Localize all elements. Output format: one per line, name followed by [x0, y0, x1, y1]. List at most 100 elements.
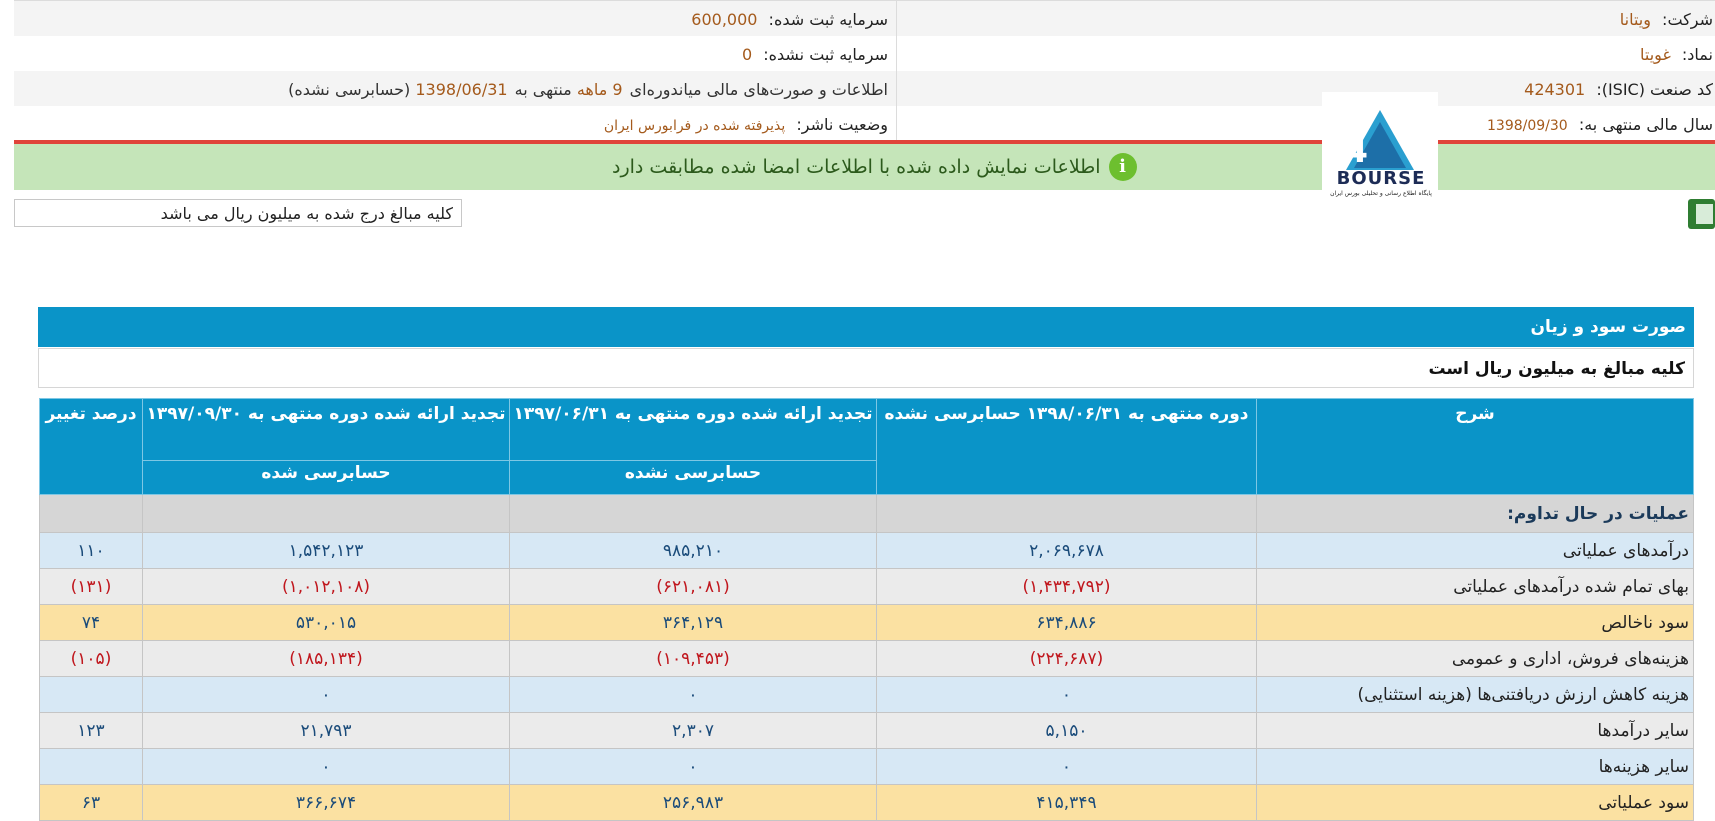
row-value-prior: ۲,۳۰۷: [509, 712, 877, 749]
row-label: سایر درآمدها: [1256, 712, 1694, 749]
unit-note: کلیه مبالغ درج شده به میلیون ریال می باش…: [14, 199, 462, 227]
report-middle: منتهی به: [514, 80, 572, 99]
row-label: هزینه کاهش ارزش دریافتنی‌ها (هزینه استثن…: [1256, 676, 1694, 713]
row-value-prior-year: (۱,۰۱۲,۱۰۸): [142, 568, 510, 605]
report-date: 1398/06/31: [415, 80, 508, 99]
excel-export-icon[interactable]: [1688, 199, 1715, 229]
verification-notice: i اطلاعات نمایش داده شده با اطلاعات امضا…: [14, 144, 1715, 190]
header-col2-audit: حسابرسی نشده: [509, 460, 877, 495]
publisher-status-cell: وضعیت ناشر: پذیرفته شده در فرابورس ایران: [28, 106, 897, 141]
isic-value: 424301: [1524, 80, 1586, 99]
table-row: درآمدهای عملیاتی ۲,۰۶۹,۶۷۸ ۹۸۵,۲۱۰ ۱,۵۴۲…: [39, 532, 1694, 569]
symbol-cell: نماد: غویتا: [905, 36, 1713, 71]
report-months: 9 ماهه: [576, 80, 623, 99]
statement-title: صورت سود و زیان: [38, 307, 1694, 347]
row-value-prior: ۰: [509, 676, 877, 713]
logo-subtitle: پایگاه اطلاع رسانی و تحلیلی بورس ایران: [1330, 190, 1432, 197]
row-value-prior-year: (۱۸۵,۱۳۴): [142, 640, 510, 677]
symbol-link[interactable]: غویتا: [1640, 45, 1671, 64]
row-value-current: (۲۲۴,۶۸۷): [876, 640, 1257, 677]
row-label: هزینه‌های فروش، اداری و عمومی: [1256, 640, 1694, 677]
report-description-cell: اطلاعات و صورت‌های مالی میاندوره‌ای 9 ما…: [28, 71, 897, 106]
row-value-current: ۴۱۵,۳۴۹: [876, 784, 1257, 821]
isic-cell: کد صنعت (ISIC): 424301: [905, 71, 1713, 106]
table-row: سود عملیاتی ۴۱۵,۳۴۹ ۲۵۶,۹۸۳ ۳۶۶,۶۷۴ ۶۳: [39, 784, 1694, 821]
verification-notice-text: اطلاعات نمایش داده شده با اطلاعات امضا ش…: [612, 156, 1101, 178]
symbol-label: نماد:: [1681, 45, 1713, 64]
row-change: (۱۰۵): [39, 640, 143, 677]
statement-note: کلیه مبالغ به میلیون ریال است: [38, 348, 1694, 388]
row-value-prior-year: ۵۳۰,۰۱۵: [142, 604, 510, 641]
row-value-current: ۰: [876, 676, 1257, 713]
row-change: ۱۱۰: [39, 532, 143, 569]
fiscal-year-value: 1398/09/30: [1487, 118, 1568, 134]
unregistered-capital-cell: سرمایه ثبت نشده: 0: [28, 36, 897, 71]
header-col3-audit: حسابرسی شده: [142, 460, 510, 495]
row-value-prior: (۶۲۱,۰۸۱): [509, 568, 877, 605]
row-value-prior-year: ۲۱,۷۹۳: [142, 712, 510, 749]
registered-capital-value: 600,000: [691, 10, 758, 29]
row-value-current: ۶۳۴,۸۸۶: [876, 604, 1257, 641]
publisher-status-value: پذیرفته شده در فرابورس ایران: [603, 118, 786, 134]
row-value-current: ۵,۱۵۰: [876, 712, 1257, 749]
section-row: عملیات در حال تداوم:: [39, 494, 1694, 533]
section-title: عملیات در حال تداوم:: [1256, 494, 1694, 533]
unregistered-capital-value: 0: [741, 45, 753, 64]
header-period-prior-restated: تجدید ارائه شده دوره منتهی به ۱۳۹۷/۰۶/۳۱: [509, 398, 877, 461]
isic-label: کد صنعت (ISIC):: [1596, 80, 1713, 99]
logo-number: 24: [1322, 131, 1368, 171]
row-value-prior: ۳۶۴,۱۲۹: [509, 604, 877, 641]
report-audit-status: (حسابرسی نشده): [288, 80, 411, 99]
row-value-prior-year: ۰: [142, 748, 510, 785]
header-desc: شرح: [1256, 398, 1694, 495]
registered-capital-label: سرمایه ثبت شده:: [768, 10, 888, 29]
row-value-prior: (۱۰۹,۴۵۳): [509, 640, 877, 677]
info-icon: i: [1108, 153, 1137, 181]
row-label: سود عملیاتی: [1256, 784, 1694, 821]
bourse-logo-graphic: 24: [1321, 110, 1414, 171]
income-statement-table: شرح دوره منتهی به ۱۳۹۸/۰۶/۳۱ حسابرسی نشد…: [39, 398, 1694, 821]
row-value-prior-year: ۳۶۶,۶۷۴: [142, 784, 510, 821]
info-row-isic: کد صنعت (ISIC): 424301 اطلاعات و صورت‌ها…: [14, 71, 1715, 107]
row-value-prior-year: ۱,۵۴۲,۱۲۳: [142, 532, 510, 569]
row-value-prior: ۹۸۵,۲۱۰: [509, 532, 877, 569]
row-value-current: ۰: [876, 748, 1257, 785]
publisher-status-label: وضعیت ناشر:: [796, 115, 888, 134]
company-name: ویتانا: [1619, 10, 1651, 29]
header-period-current: دوره منتهی به ۱۳۹۸/۰۶/۳۱ حسابرسی نشده: [876, 398, 1257, 495]
report-prefix: اطلاعات و صورت‌های مالی میاندوره‌ای: [629, 80, 888, 99]
bourse24-logo: 24 BOURSE پایگاه اطلاع رسانی و تحلیلی بو…: [1321, 92, 1438, 200]
fiscal-year-label: سال مالی منتهی به:: [1578, 115, 1713, 134]
row-label: درآمدهای عملیاتی: [1256, 532, 1694, 569]
row-label: سایر هزینه‌ها: [1256, 748, 1694, 785]
row-value-prior-year: ۰: [142, 676, 510, 713]
row-change: ۶۳: [39, 784, 143, 821]
row-value-prior: ۰: [509, 748, 877, 785]
company-cell: شرکت: ویتانا: [905, 1, 1713, 36]
row-change: ۷۴: [39, 604, 143, 641]
table-row: سود ناخالص ۶۳۴,۸۸۶ ۳۶۴,۱۲۹ ۵۳۰,۰۱۵ ۷۴: [39, 604, 1694, 641]
table-row: سایر هزینه‌ها ۰ ۰ ۰: [39, 748, 1694, 785]
table-row: سایر درآمدها ۵,۱۵۰ ۲,۳۰۷ ۲۱,۷۹۳ ۱۲۳: [39, 712, 1694, 749]
header-period-prior-year: تجدید ارائه شده دوره منتهی به ۱۳۹۷/۰۹/۳۰: [142, 398, 510, 461]
table-row: هزینه کاهش ارزش دریافتنی‌ها (هزینه استثن…: [39, 676, 1694, 713]
logo-text: BOURSE: [1336, 168, 1426, 189]
company-label: شرکت:: [1662, 10, 1713, 29]
info-row-fiscal: سال مالی منتهی به: 1398/09/30 وضعیت ناشر…: [14, 106, 1715, 142]
unregistered-capital-label: سرمایه ثبت نشده:: [763, 45, 888, 64]
row-change: ۱۲۳: [39, 712, 143, 749]
info-row-symbol: نماد: غویتا سرمایه ثبت نشده: 0: [14, 36, 1715, 72]
row-change: (۱۳۱): [39, 568, 143, 605]
table-row: هزینه‌های فروش، اداری و عمومی (۲۲۴,۶۸۷) …: [39, 640, 1694, 677]
company-info-panel: شرکت: ویتانا سرمایه ثبت شده: 600,000 نما…: [14, 0, 1715, 143]
fiscal-year-cell: سال مالی منتهی به: 1398/09/30: [905, 106, 1713, 141]
row-label: بهای تمام شده درآمدهای عملیاتی: [1256, 568, 1694, 605]
row-value-current: (۱,۴۳۴,۷۹۲): [876, 568, 1257, 605]
info-row-company: شرکت: ویتانا سرمایه ثبت شده: 600,000: [14, 1, 1715, 37]
row-value-prior: ۲۵۶,۹۸۳: [509, 784, 877, 821]
table-row: بهای تمام شده درآمدهای عملیاتی (۱,۴۳۴,۷۹…: [39, 568, 1694, 605]
row-value-current: ۲,۰۶۹,۶۷۸: [876, 532, 1257, 569]
header-change-percent: درصد تغییر: [39, 398, 143, 495]
registered-capital-cell: سرمایه ثبت شده: 600,000: [28, 1, 897, 36]
row-change: [39, 748, 143, 785]
